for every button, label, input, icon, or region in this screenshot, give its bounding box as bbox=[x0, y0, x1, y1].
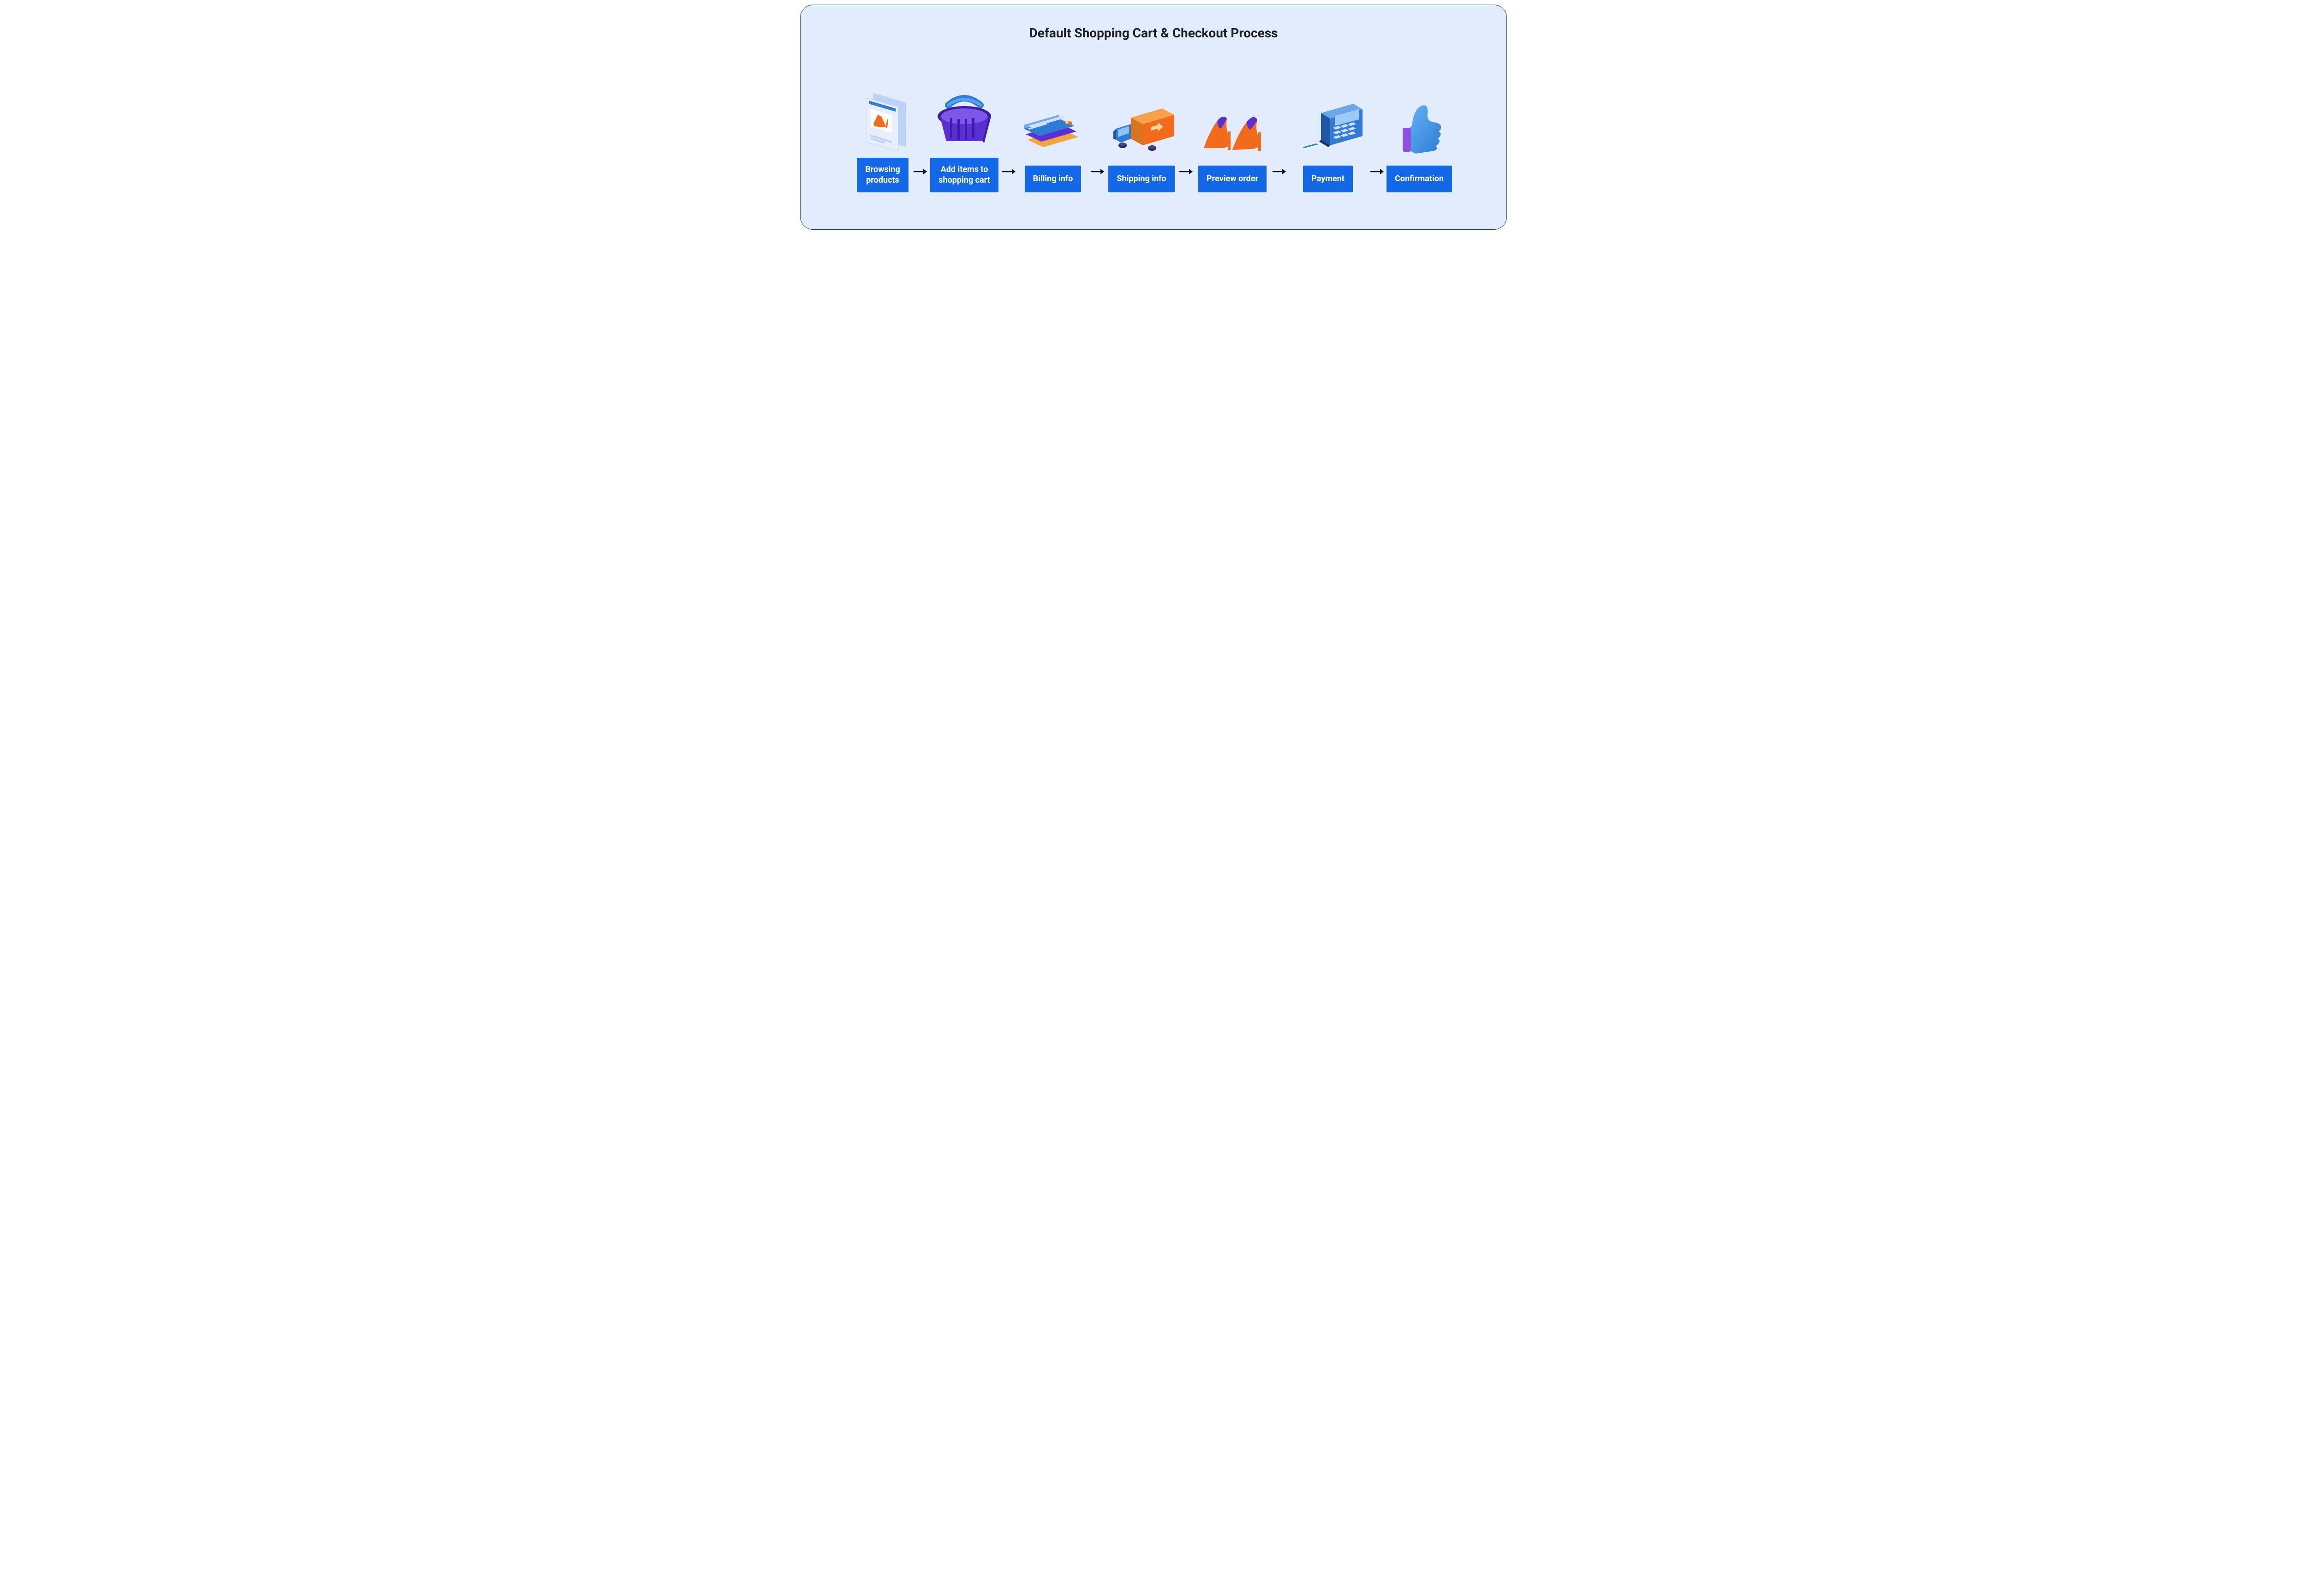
step-confirmation: Confirmation bbox=[1387, 90, 1452, 192]
step-label: Confirmation bbox=[1387, 166, 1452, 192]
step-label: Browsing products bbox=[857, 158, 908, 192]
step-label: Payment bbox=[1303, 166, 1353, 192]
arrow-icon bbox=[913, 82, 927, 192]
diagram-title: Default Shopping Cart & Checkout Process bbox=[814, 25, 1493, 41]
delivery-truck-icon bbox=[1107, 90, 1176, 159]
step-label: Add items to shopping cart bbox=[930, 158, 998, 192]
arrow-icon bbox=[1002, 82, 1016, 192]
product-page-icon bbox=[855, 82, 910, 151]
step-payment: Payment bbox=[1289, 90, 1367, 192]
step-label: Shipping info bbox=[1108, 166, 1174, 192]
step-label: Preview order bbox=[1198, 166, 1267, 192]
step-billing: Billing info bbox=[1018, 90, 1088, 192]
shopping-basket-icon bbox=[930, 82, 999, 151]
high-heels-icon bbox=[1195, 90, 1269, 159]
step-label: Billing info bbox=[1025, 166, 1082, 192]
arrow-icon bbox=[1090, 82, 1104, 192]
step-preview: Preview order bbox=[1195, 90, 1269, 192]
arrow-icon bbox=[1179, 82, 1193, 192]
step-shipping: Shipping info bbox=[1107, 90, 1176, 192]
credit-cards-icon bbox=[1018, 90, 1088, 159]
flow-row: Browsing products bbox=[814, 82, 1493, 192]
thumbs-up-icon bbox=[1392, 90, 1447, 159]
arrow-icon bbox=[1370, 82, 1384, 192]
diagram-card: Default Shopping Cart & Checkout Process bbox=[800, 5, 1507, 230]
step-browsing: Browsing products bbox=[855, 82, 910, 192]
step-add-to-cart: Add items to shopping cart bbox=[930, 82, 999, 192]
arrow-icon bbox=[1272, 82, 1286, 192]
payment-terminal-icon bbox=[1289, 90, 1367, 159]
